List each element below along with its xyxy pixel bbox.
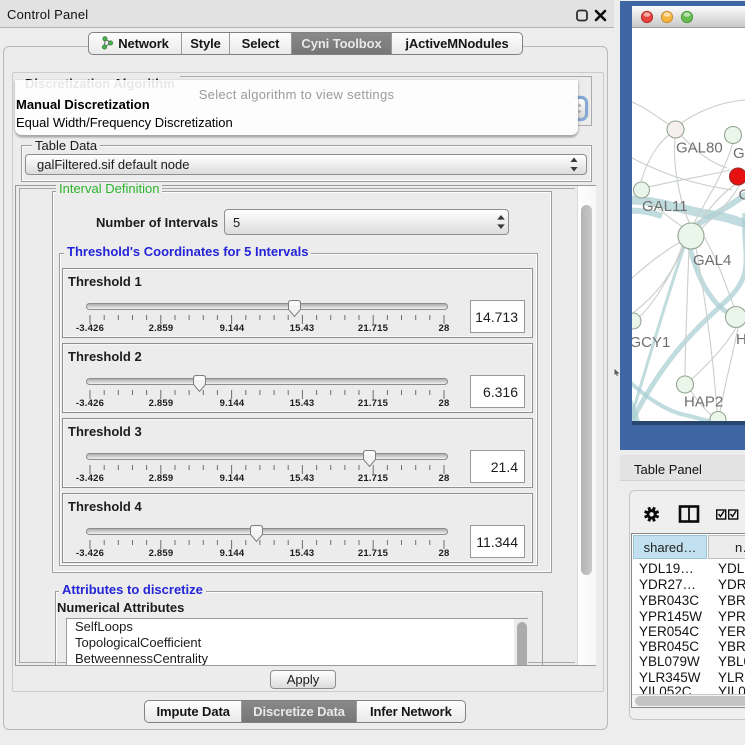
svg-text:GCY1: GCY1 (632, 334, 670, 351)
svg-text:GAL11: GAL11 (642, 198, 688, 215)
svg-text:GAL4: GAL4 (693, 252, 731, 269)
svg-text:HAP2: HAP2 (684, 394, 723, 411)
svg-text:GA: GA (733, 145, 745, 162)
svg-text:C: C (739, 187, 745, 204)
svg-text:GAL80: GAL80 (676, 140, 723, 157)
svg-text:HA: HA (736, 331, 745, 348)
